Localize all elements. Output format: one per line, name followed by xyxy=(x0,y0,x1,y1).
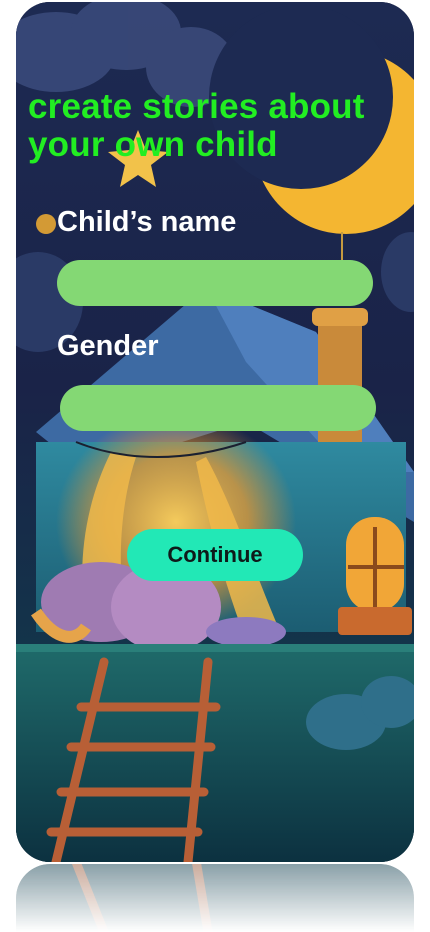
gender-input[interactable] xyxy=(60,385,376,431)
childs-name-label: Child’s name xyxy=(57,206,237,238)
page-title: create stories about your own child xyxy=(28,87,365,164)
phone-screen: create stories about your own child Chil… xyxy=(16,2,414,862)
gender-label: Gender xyxy=(57,330,159,362)
continue-button[interactable]: Continue xyxy=(127,529,303,581)
screen-reflection xyxy=(16,864,414,932)
childs-name-input[interactable] xyxy=(57,260,373,306)
